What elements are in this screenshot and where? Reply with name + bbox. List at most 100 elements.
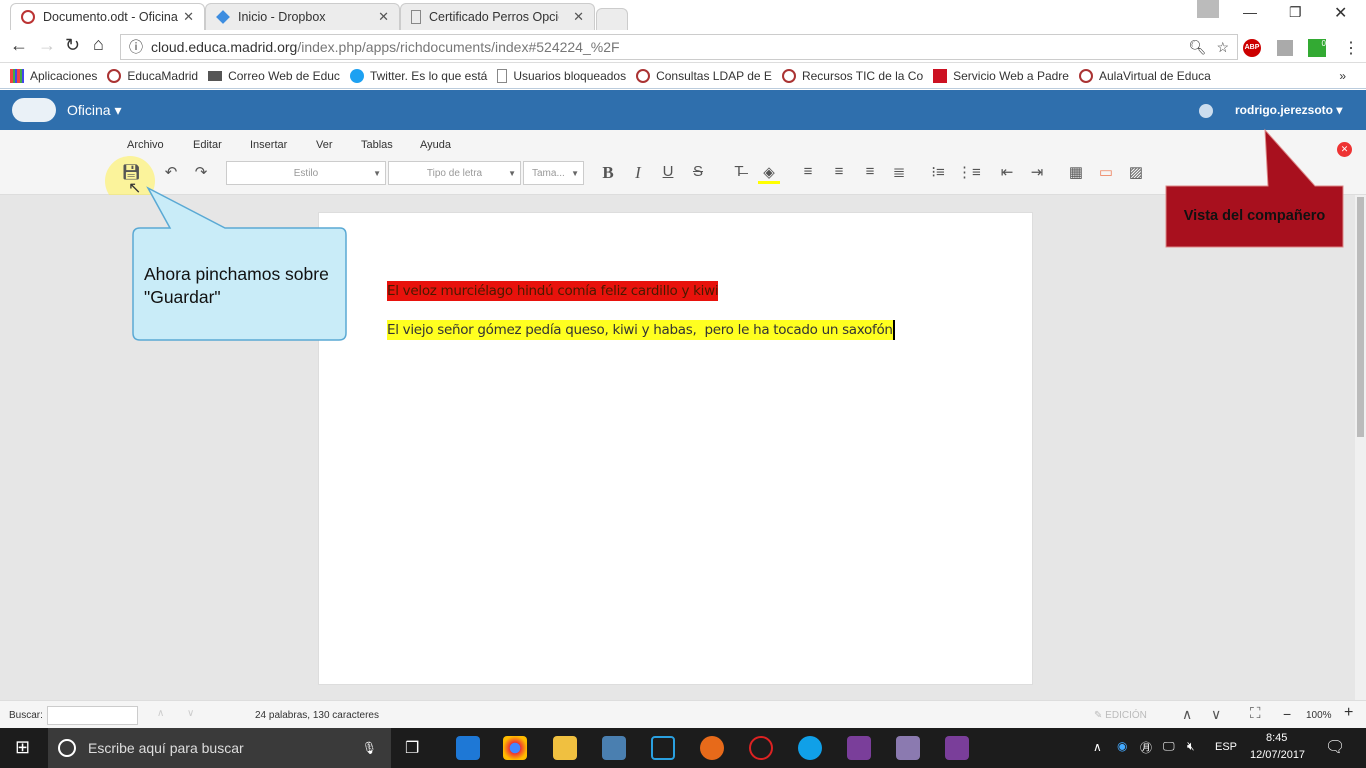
insert-table-button[interactable]: ▦ [1065,163,1087,181]
strikethrough-button[interactable]: S [687,163,709,180]
menu-archivo[interactable]: Archivo [127,139,164,151]
search-next-button[interactable]: ∨ [187,708,194,719]
extension-icon[interactable] [1277,40,1293,56]
search-input[interactable] [47,706,138,725]
user-menu[interactable]: rodrigo.jerezsoto ▾ [1235,103,1342,117]
language-indicator[interactable]: ESP [1215,741,1237,753]
firefox-icon[interactable] [700,736,724,760]
clock-time[interactable]: 8:45 [1266,732,1287,744]
bullet-list-button[interactable]: ⁝≡ [927,163,949,181]
extension-badge-icon[interactable]: 0 [1308,39,1326,57]
menu-ver[interactable]: Ver [316,139,333,151]
new-tab-button[interactable] [596,8,628,30]
menu-tablas[interactable]: Tablas [361,139,393,151]
bookmark[interactable]: Consultas LDAP de E [636,68,772,83]
taskbar-search[interactable]: Escribe aquí para buscar 🎙︎ [48,728,391,768]
edge-icon[interactable] [456,736,480,760]
forward-button[interactable]: → [38,35,56,56]
undo-button[interactable]: ↶ [160,163,182,181]
bookmark[interactable]: Recursos TIC de la Co [781,68,923,83]
style-select[interactable]: Estilo ▼ [226,161,386,185]
recorder-icon[interactable] [847,736,871,760]
task-view-icon[interactable]: ❐ [405,738,419,758]
outdent-button[interactable]: ⇤ [996,163,1018,181]
search-prev-button[interactable]: ∧ [157,708,164,719]
close-tab-icon[interactable]: ✕ [183,9,194,25]
insert-image-button[interactable]: ▨ [1125,163,1147,181]
align-center-button[interactable]: ≡ [828,163,850,180]
justify-button[interactable]: ≣ [888,163,910,181]
bookmark[interactable]: Usuarios bloqueados [497,68,626,83]
menu-icon[interactable]: ⋮ [1343,38,1359,58]
close-tab-icon[interactable]: ✕ [573,9,584,25]
tray-icon[interactable]: ◉ [1117,739,1127,753]
indent-button[interactable]: ⇥ [1026,163,1048,181]
minimize-button[interactable]: — [1243,4,1257,20]
adblock-icon[interactable]: ABP [1243,39,1261,57]
bookmark[interactable]: Twitter. Es lo que está [349,68,487,83]
align-left-button[interactable]: ≡ [797,163,819,180]
highlight-color-button[interactable]: ◈ [758,163,780,184]
ccleaner-icon[interactable] [651,736,675,760]
app-icon[interactable] [749,736,773,760]
tab-documento[interactable]: Documento.odt - Oficina ✕ [10,3,205,30]
menu-insertar[interactable]: Insertar [250,139,287,151]
app-menu[interactable]: Oficina ▾ [67,102,122,119]
back-button[interactable]: ← [10,35,28,56]
scrollbar[interactable] [1355,195,1366,700]
font-select[interactable]: Tipo de letra ▼ [388,161,521,185]
bookmark[interactable]: Correo Web de Educ [208,69,340,83]
show-hidden-icons[interactable]: ∧ [1093,740,1102,754]
clock-date[interactable]: 12/07/2017 [1250,749,1305,761]
home-button[interactable]: ⌂ [93,34,104,55]
menu-editar[interactable]: Editar [193,139,222,151]
bookmark[interactable]: Servicio Web a Padre [933,68,1069,83]
tab-certificado[interactable]: Certificado Perros Opció ✕ [400,3,595,30]
redo-button[interactable]: ↷ [190,163,212,181]
bookmark[interactable]: AulaVirtual de Educa [1078,68,1211,83]
volume-muted-icon[interactable]: 🔇︎ [1187,739,1195,754]
skype-icon[interactable] [798,736,822,760]
underline-button[interactable]: U [657,163,679,180]
edit-mode[interactable]: ✎ EDICIÓN [1094,710,1147,721]
microphone-icon[interactable]: 🎙︎ [362,741,377,755]
document-page[interactable]: El veloz murciélago hindú comía feliz ca… [318,212,1033,685]
file-explorer-icon[interactable] [553,736,577,760]
network-icon[interactable]: 🖵︎ [1163,739,1175,754]
page-down-button[interactable]: ∨ [1211,706,1221,723]
star-icon[interactable]: ☆ [1216,39,1229,56]
chrome-icon[interactable] [503,736,527,760]
zoom-in-button[interactable]: + [1344,704,1353,722]
profile-icon[interactable] [1197,0,1219,18]
zoom-icon[interactable]: 🔍︎ [1189,39,1207,56]
notifications-icon[interactable]: 🗨︎ [1325,737,1345,757]
bold-button[interactable]: B [597,163,619,183]
fit-page-button[interactable]: ⛶ [1250,705,1261,722]
recorder-icon[interactable] [945,736,969,760]
ime-icon[interactable]: ㊊ [1140,739,1152,756]
tab-dropbox[interactable]: Inicio - Dropbox ✕ [205,3,400,30]
bookmark[interactable]: EducaMadrid [107,68,198,83]
page-up-button[interactable]: ∧ [1182,706,1192,723]
align-right-button[interactable]: ≡ [859,163,881,180]
reload-button[interactable]: ↻ [65,35,80,56]
italic-button[interactable]: I [627,163,649,183]
url-bar[interactable]: ⓘ cloud.educa.madrid.org/index.php/apps/r… [120,34,1238,60]
restore-button[interactable]: ❐ [1289,4,1302,21]
zoom-out-button[interactable]: − [1283,706,1291,722]
close-tab-icon[interactable]: ✕ [378,9,389,25]
clear-format-button[interactable]: T̶ [728,163,750,180]
insert-comment-button[interactable]: ▭ [1095,163,1117,181]
thunderbird-icon[interactable] [602,736,626,760]
bookmark-apps[interactable]: Aplicaciones [10,68,97,83]
more-bookmarks-icon[interactable]: » [1339,69,1346,83]
cloud-logo-icon[interactable] [12,98,56,122]
pidgin-icon[interactable] [896,736,920,760]
numbered-list-button[interactable]: ⋮≡ [957,163,981,181]
close-window-button[interactable]: ✕ [1334,3,1347,23]
windows-start-icon[interactable]: ⊞ [15,737,30,758]
menu-ayuda[interactable]: Ayuda [420,139,451,151]
document-line-1[interactable]: El veloz murciélago hindú comía feliz ca… [387,281,719,301]
avatar[interactable] [1199,104,1213,118]
size-select[interactable]: Tama... ▼ [523,161,584,185]
